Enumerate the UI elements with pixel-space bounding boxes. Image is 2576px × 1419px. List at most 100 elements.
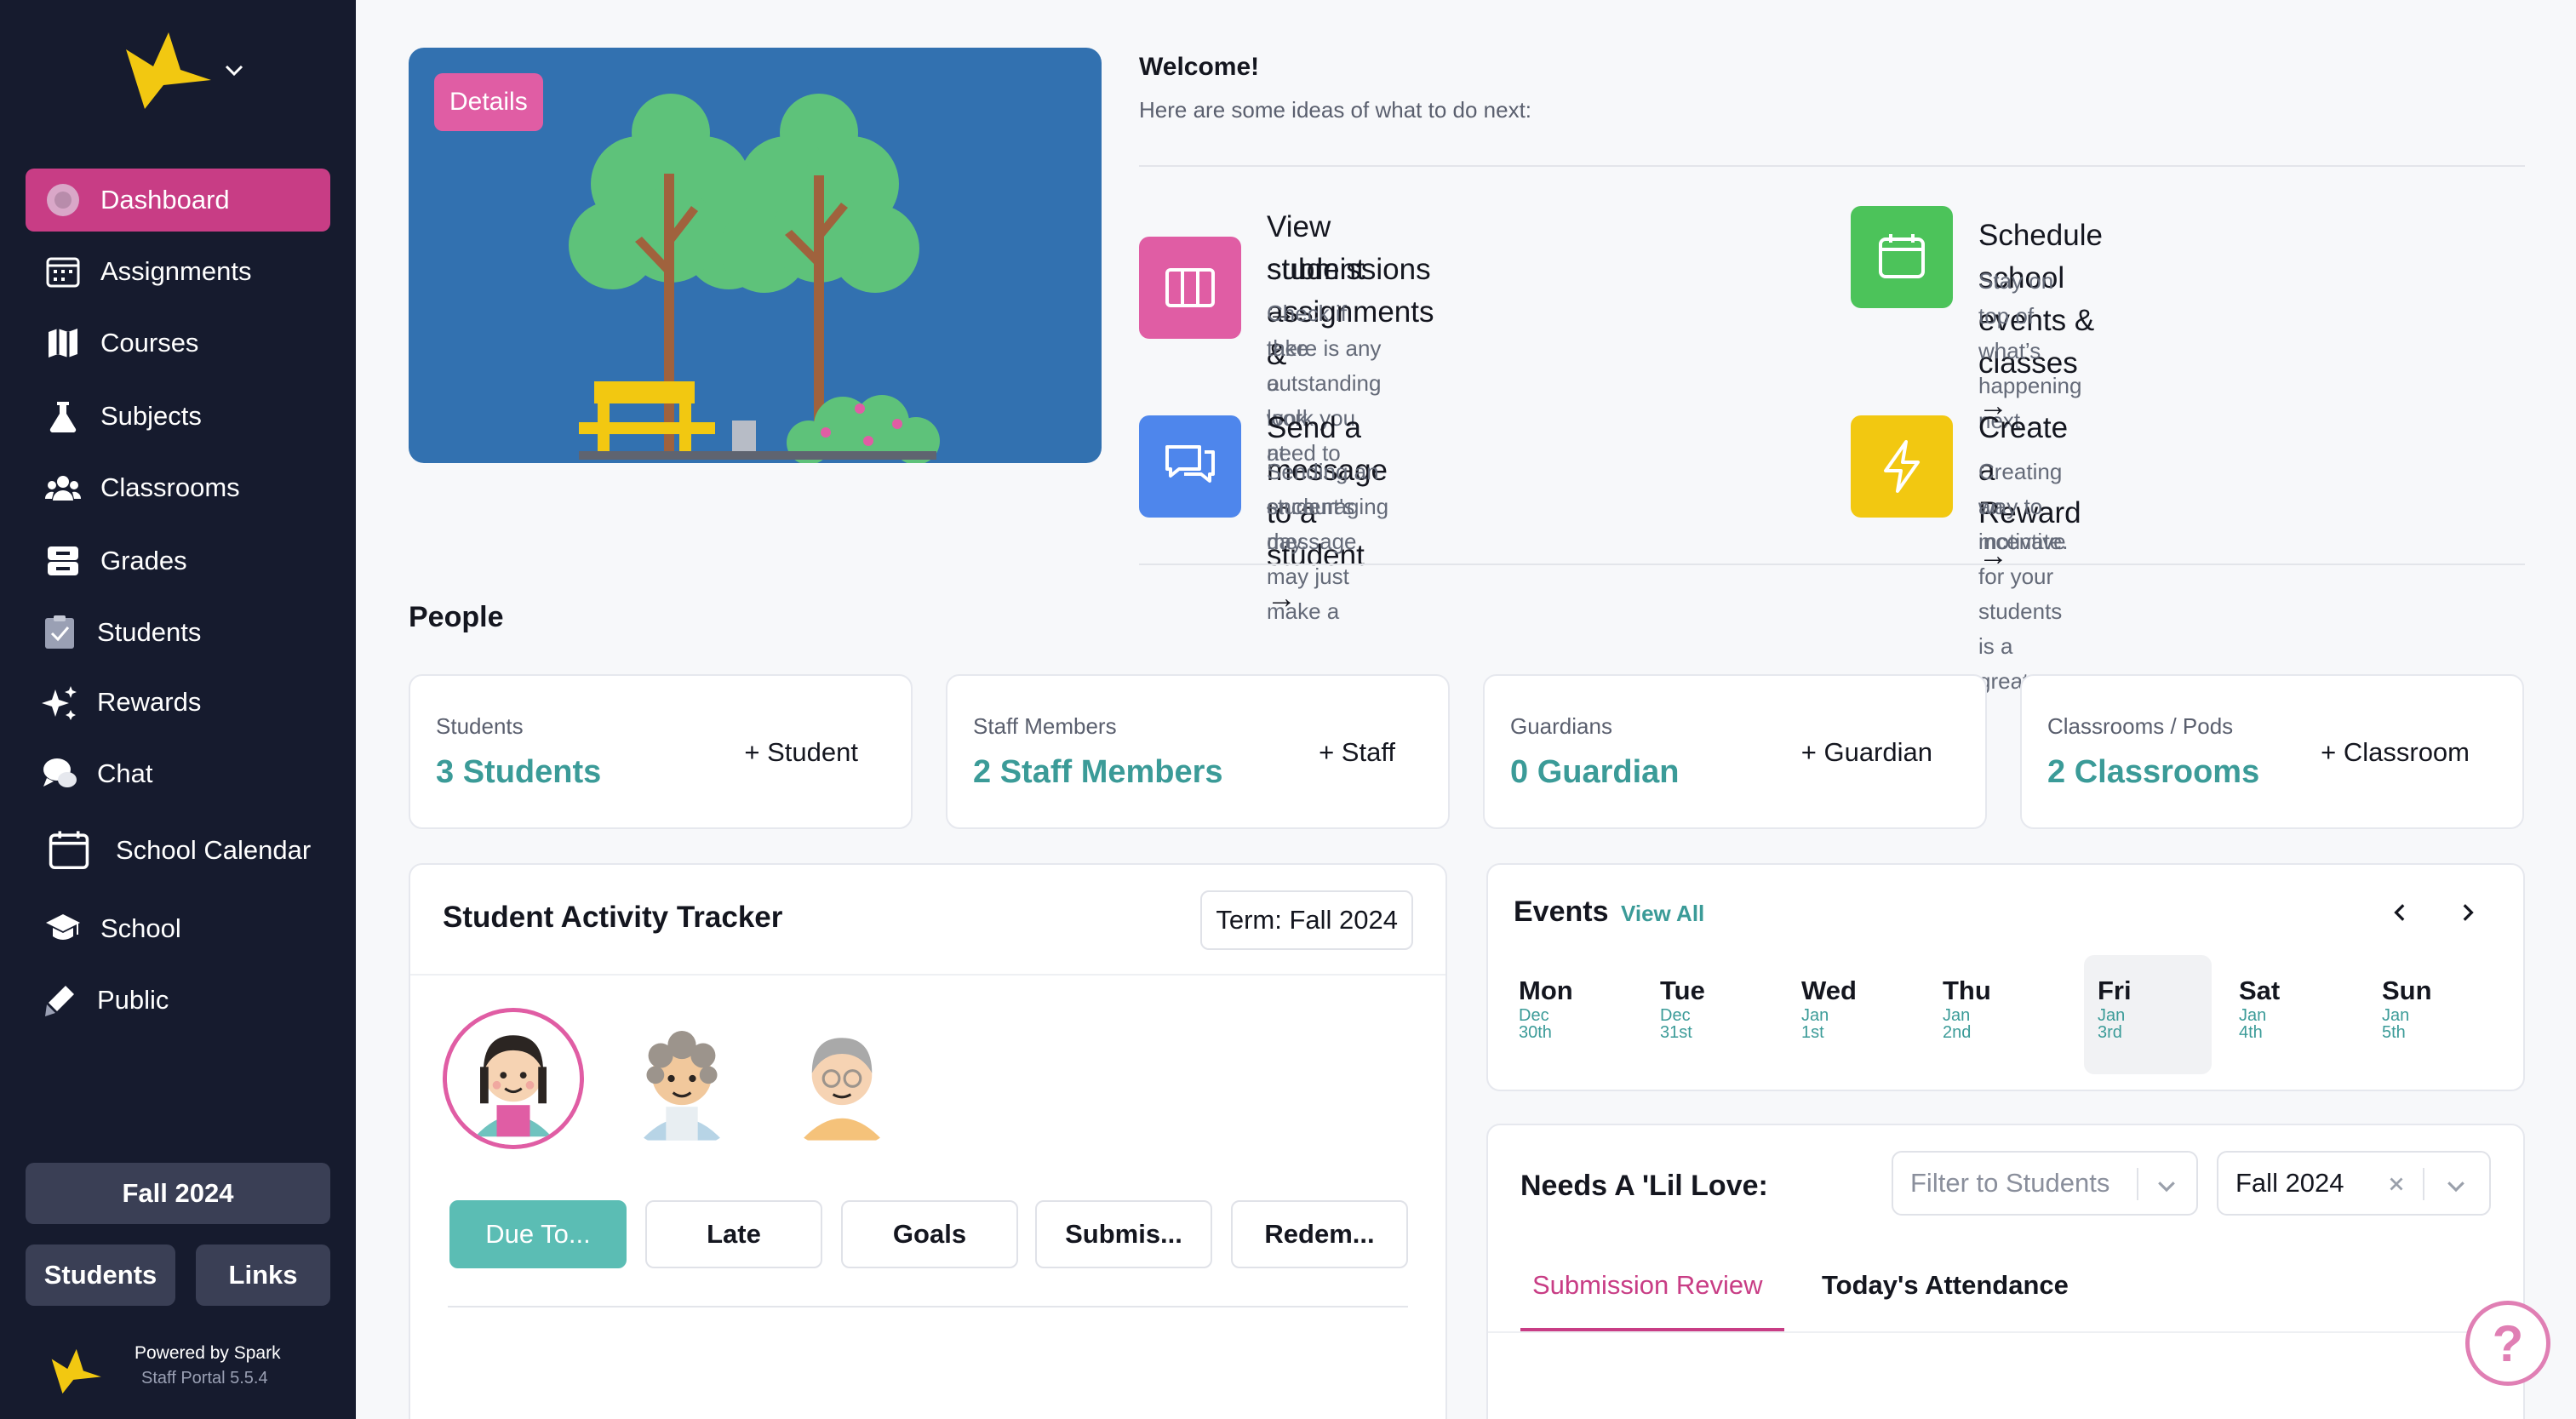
sidebar-item-label: Dashboard bbox=[100, 185, 230, 215]
links-button[interactable]: Links bbox=[196, 1244, 330, 1306]
inbox-stack-icon bbox=[44, 542, 82, 580]
day-date: 30th bbox=[1519, 1023, 1552, 1042]
sidebar-item-label: Grades bbox=[100, 546, 187, 575]
chevron-right-icon bbox=[2463, 904, 2474, 921]
sidebar-item-rewards[interactable]: Rewards bbox=[26, 671, 330, 734]
day-name: Mon bbox=[1519, 976, 1573, 1005]
sidebar-item-students[interactable]: Students bbox=[26, 601, 330, 664]
sidebar-item-label: Chat bbox=[97, 758, 153, 788]
add-staff-button[interactable]: + Staff bbox=[1319, 737, 1395, 768]
card-label: Classrooms / Pods bbox=[2047, 713, 2234, 739]
term-select[interactable]: Fall 2024 bbox=[2217, 1151, 2491, 1216]
term-filter-chip[interactable]: Term: Fall 2024 bbox=[1200, 890, 1413, 950]
add-guardian-button[interactable]: + Guardian bbox=[1801, 737, 1932, 768]
tab-due-today[interactable]: Due To... bbox=[449, 1200, 627, 1268]
details-button[interactable]: Details bbox=[434, 73, 543, 131]
day-name: Sat bbox=[2239, 976, 2281, 1005]
term-selector-button[interactable]: Fall 2024 bbox=[26, 1163, 330, 1224]
day-name: Fri bbox=[2098, 976, 2132, 1005]
clear-icon[interactable] bbox=[2385, 1173, 2407, 1195]
select-value: Fall 2024 bbox=[2235, 1168, 2344, 1198]
day-date: 1st bbox=[1801, 1023, 1824, 1042]
day-cell[interactable]: Tue Dec 31st bbox=[1646, 955, 1774, 1074]
idea-description: way to motivate. bbox=[1978, 494, 2069, 554]
sidebar-item-grades[interactable]: Grades bbox=[26, 529, 330, 592]
hero-illustration: Details bbox=[409, 48, 1102, 463]
columns-icon bbox=[1139, 237, 1241, 339]
card-count-link[interactable]: 3 Students bbox=[436, 754, 601, 791]
people-card-classrooms: Classrooms / Pods 2 Classrooms + Classro… bbox=[2020, 674, 2524, 829]
calendar-icon bbox=[1851, 206, 1953, 308]
sidebar-item-public[interactable]: Public bbox=[26, 969, 330, 1032]
sidebar-item-assignments[interactable]: Assignments bbox=[26, 240, 330, 303]
tracker-title: Student Activity Tracker bbox=[443, 901, 783, 934]
card-label: Students bbox=[436, 713, 524, 739]
powered-by: Powered by Spark Staff Portal 5.5.4 bbox=[48, 1340, 303, 1399]
day-cell[interactable]: Sun Jan 5th bbox=[2368, 955, 2496, 1074]
day-cell-selected[interactable]: Fri Jan 3rd bbox=[2084, 955, 2212, 1074]
sidebar-item-label: Students bbox=[97, 617, 202, 647]
day-name: Tue bbox=[1660, 976, 1705, 1005]
tab-todays-attendance[interactable]: Today's Attendance bbox=[1822, 1270, 2069, 1301]
filter-students-select[interactable]: Filter to Students bbox=[1892, 1151, 2198, 1216]
sidebar-item-school[interactable]: School bbox=[26, 897, 330, 960]
sidebar-item-subjects[interactable]: Subjects bbox=[26, 385, 330, 448]
day-cell[interactable]: Mon Dec 30th bbox=[1505, 955, 1633, 1074]
add-student-button[interactable]: + Student bbox=[744, 737, 858, 768]
divider bbox=[410, 974, 1445, 976]
sidebar-item-classrooms[interactable]: Classrooms bbox=[26, 456, 330, 519]
tab-submission-review[interactable]: Submission Review bbox=[1532, 1270, 1763, 1301]
dashboard-icon bbox=[44, 181, 82, 219]
sidebar-item-chat[interactable]: Chat bbox=[26, 742, 330, 805]
student-avatar[interactable] bbox=[771, 1008, 913, 1149]
card-count-link[interactable]: 2 Staff Members bbox=[973, 754, 1223, 791]
needs-love-title: Needs A 'Lil Love: bbox=[1520, 1170, 1768, 1202]
next-week-button[interactable] bbox=[2448, 894, 2486, 931]
tab-goals[interactable]: Goals bbox=[841, 1200, 1018, 1268]
divider bbox=[1139, 564, 2525, 565]
divider bbox=[2137, 1168, 2138, 1200]
chat-bubbles-icon bbox=[41, 755, 78, 792]
sidebar-item-label: Courses bbox=[100, 328, 199, 358]
sidebar-item-label: School Calendar bbox=[116, 835, 312, 865]
help-button[interactable]: ? bbox=[2465, 1301, 2550, 1386]
sidebar-item-label: Classrooms bbox=[100, 472, 240, 502]
card-count-link[interactable]: 2 Classrooms bbox=[2047, 754, 2259, 791]
idea-description: student's day. bbox=[1267, 494, 1355, 554]
calendar-grid-icon bbox=[44, 253, 82, 290]
sidebar-item-dashboard[interactable]: Dashboard bbox=[26, 169, 330, 232]
map-icon bbox=[44, 324, 82, 362]
chevron-left-icon bbox=[2394, 904, 2405, 921]
events-title: Events bbox=[1514, 895, 1609, 928]
sidebar-item-school-calendar[interactable]: School Calendar bbox=[26, 819, 330, 882]
day-date: 3rd bbox=[2098, 1023, 2122, 1042]
divider bbox=[2423, 1168, 2424, 1200]
users-icon bbox=[44, 469, 82, 506]
students-button[interactable]: Students bbox=[26, 1244, 175, 1306]
tab-late[interactable]: Late bbox=[645, 1200, 822, 1268]
bolt-icon bbox=[1851, 415, 1953, 518]
spark-logo[interactable] bbox=[119, 32, 213, 109]
student-avatar[interactable] bbox=[443, 1008, 584, 1149]
chevron-down-icon[interactable] bbox=[223, 63, 245, 78]
card-label: Staff Members bbox=[973, 713, 1117, 739]
day-name: Sun bbox=[2382, 976, 2432, 1005]
student-avatar[interactable] bbox=[611, 1008, 753, 1149]
divider bbox=[1139, 165, 2525, 167]
add-classroom-button[interactable]: + Classroom bbox=[2321, 737, 2470, 768]
view-all-link[interactable]: View All bbox=[1621, 901, 1704, 927]
day-cell[interactable]: Wed Jan 1st bbox=[1788, 955, 1915, 1074]
tab-redemptions[interactable]: Redem... bbox=[1231, 1200, 1408, 1268]
day-cell[interactable]: Sat Jan 4th bbox=[2225, 955, 2353, 1074]
sidebar-item-courses[interactable]: Courses bbox=[26, 312, 330, 375]
student-activity-tracker: Student Activity Tracker Term: Fall 2024… bbox=[409, 863, 1447, 1419]
spark-logo-small bbox=[51, 1348, 101, 1394]
prev-week-button[interactable] bbox=[2382, 894, 2419, 931]
tab-submissions[interactable]: Submis... bbox=[1035, 1200, 1212, 1268]
graduation-cap-icon bbox=[44, 910, 82, 947]
day-cell[interactable]: Thu Jan 2nd bbox=[1929, 955, 2057, 1074]
pen-icon bbox=[41, 981, 78, 1019]
day-date: 2nd bbox=[1943, 1023, 1972, 1042]
card-count-link[interactable]: 0 Guardian bbox=[1510, 754, 1680, 791]
sparkles-icon bbox=[41, 684, 78, 721]
